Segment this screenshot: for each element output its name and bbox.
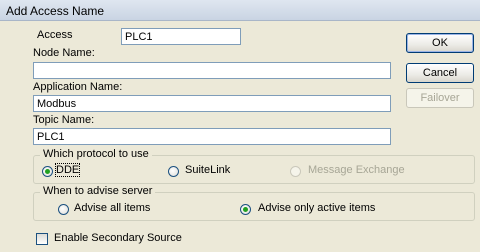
cancel-button[interactable]: Cancel [406, 63, 474, 83]
enable-secondary-label[interactable]: Enable Secondary Source [54, 232, 182, 244]
failover-button[interactable]: Failover [406, 88, 474, 108]
topic-name-label: Topic Name: [33, 114, 95, 126]
window-title: Add Access Name [6, 4, 105, 18]
advise-legend: When to advise server [40, 185, 156, 197]
advise-all-label[interactable]: Advise all items [74, 202, 150, 214]
advise-active-radio[interactable] [240, 204, 251, 215]
application-name-label: Application Name: [33, 81, 123, 93]
dde-label[interactable]: DDE [54, 163, 81, 177]
advise-all-radio[interactable] [58, 204, 69, 215]
topic-name-field[interactable] [33, 128, 391, 145]
advise-active-label[interactable]: Advise only active items [258, 202, 375, 214]
enable-secondary-checkbox[interactable] [36, 233, 48, 245]
node-name-label: Node Name: [33, 47, 95, 59]
access-field[interactable] [121, 28, 241, 45]
dde-radio[interactable] [42, 166, 53, 177]
suitelink-radio[interactable] [168, 166, 179, 177]
title-bar: Add Access Name [0, 0, 480, 21]
access-label: Access [37, 29, 73, 41]
ok-button[interactable]: OK [406, 33, 474, 53]
suitelink-label[interactable]: SuiteLink [185, 164, 230, 176]
application-name-field[interactable] [33, 95, 391, 112]
protocol-legend: Which protocol to use [40, 148, 152, 160]
message-exchange-label[interactable]: Message Exchange [308, 164, 405, 176]
message-exchange-radio[interactable] [290, 166, 301, 177]
node-name-field[interactable] [33, 62, 391, 79]
